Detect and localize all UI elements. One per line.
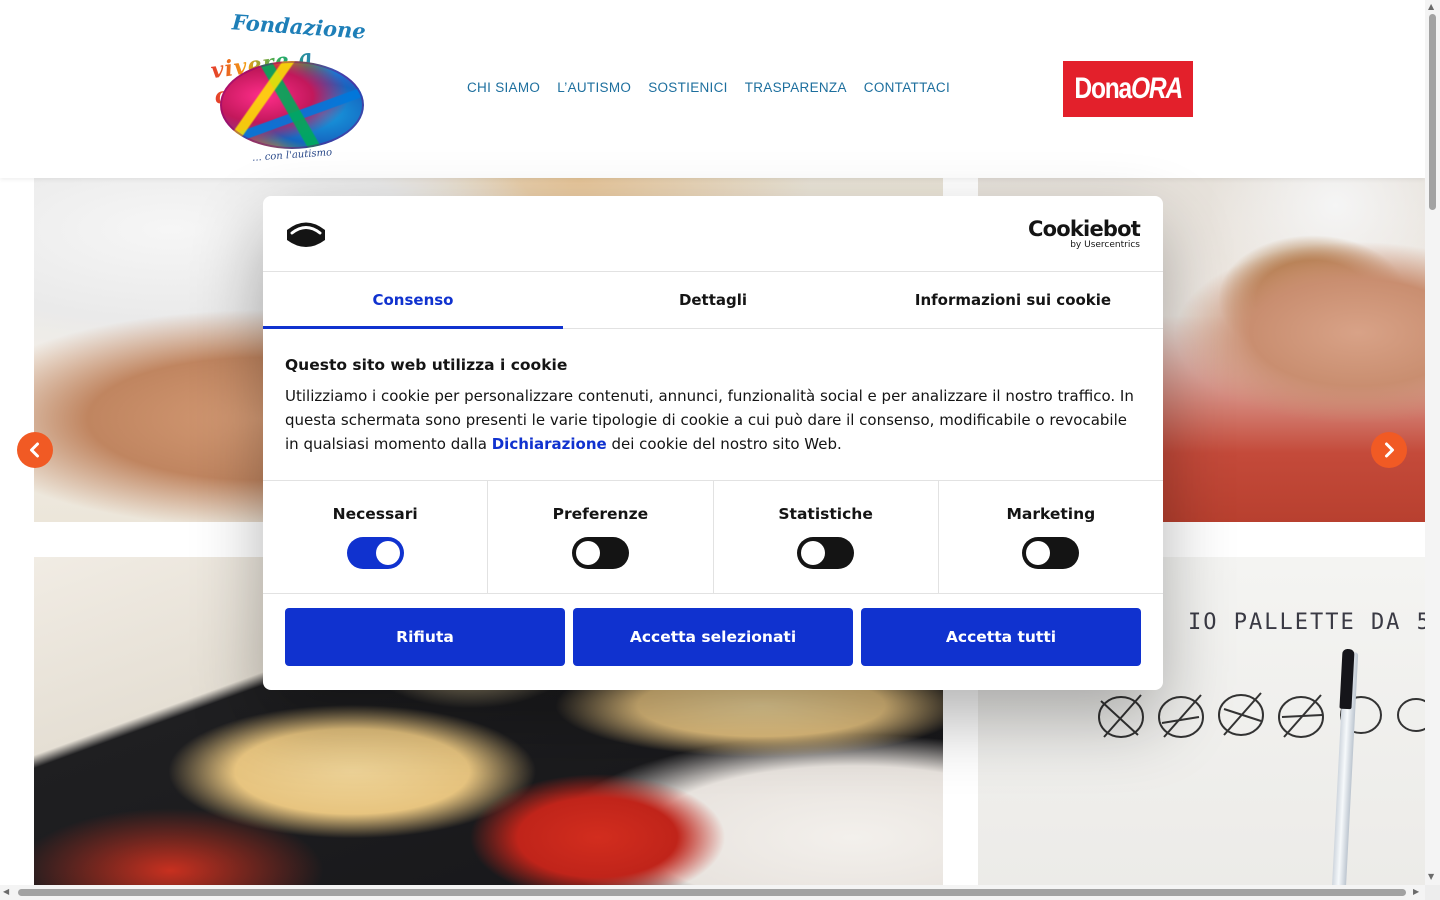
toggle-marketing-group: Marketing <box>939 481 1163 593</box>
toggle-necessari[interactable] <box>346 537 404 569</box>
main-nav: CHI SIAMO L’AUTISMO SOSTIENICI TRASPAREN… <box>467 80 950 95</box>
nav-trasparenza[interactable]: TRASPARENZA <box>745 80 847 95</box>
cookiebot-brand[interactable]: Cookiebot by Usercentrics <box>1028 217 1141 251</box>
toggle-marketing-label: Marketing <box>1006 505 1096 523</box>
horizontal-scroll-thumb[interactable] <box>18 889 1406 896</box>
toggle-knob <box>801 541 826 565</box>
scroll-up-icon[interactable]: ▲ <box>1428 2 1434 11</box>
donate-now-button[interactable]: Dona ORA <box>1063 61 1193 117</box>
nav-chi-siamo[interactable]: CHI SIAMO <box>467 80 540 95</box>
vertical-scroll-thumb[interactable] <box>1429 14 1436 210</box>
whiteboard-text: IO PALLETTE DA 5 <box>1188 610 1425 635</box>
donate-label-part1: Dona <box>1074 72 1133 105</box>
toggle-knob <box>375 541 400 565</box>
toggle-statistiche-group: Statistiche <box>714 481 939 593</box>
chevron-right-icon <box>1385 442 1394 458</box>
toggle-preferenze-label: Preferenze <box>552 505 649 523</box>
toggle-knob <box>1026 541 1051 565</box>
toggle-statistiche[interactable] <box>797 537 855 569</box>
reject-button[interactable]: Rifiuta <box>285 608 565 666</box>
scrollbar-corner <box>1425 885 1440 900</box>
toggle-necessari-label: Necessari <box>332 505 418 523</box>
tab-consenso[interactable]: Consenso <box>263 272 563 329</box>
accept-all-button[interactable]: Accetta tutti <box>861 608 1141 666</box>
vertical-scrollbar[interactable]: ▲ ▼ <box>1425 0 1440 885</box>
whiteboard-circles-drawing <box>1098 692 1425 738</box>
scroll-down-icon[interactable]: ▼ <box>1428 872 1434 881</box>
slider-next-button[interactable] <box>1371 432 1407 468</box>
site-logo[interactable]: Fondazione vivere a colori ... con l'aut… <box>208 9 388 168</box>
cookie-consent-dialog: Cookiebot by Usercentrics Consenso Detta… <box>263 196 1163 690</box>
declaration-link[interactable]: Dichiarazione <box>492 435 607 453</box>
site-header: Fondazione vivere a colori ... con l'aut… <box>0 0 1425 178</box>
description-text-2: dei cookie del nostro sito Web. <box>606 435 842 453</box>
nav-sostienici[interactable]: SOSTIENICI <box>648 80 728 95</box>
dialog-description: Utilizziamo i cookie per personalizzare … <box>285 384 1135 456</box>
nav-autismo[interactable]: L’AUTISMO <box>557 80 631 95</box>
dialog-buttons: Rifiuta Accetta selezionati Accetta tutt… <box>285 608 1141 666</box>
tab-informazioni[interactable]: Informazioni sui cookie <box>863 272 1163 328</box>
cookiebot-brand-sub: by Usercentrics <box>1070 240 1140 250</box>
toggle-preferenze-group: Preferenze <box>488 481 714 593</box>
scroll-left-icon[interactable]: ◀ <box>3 887 9 896</box>
dialog-title: Questo sito web utilizza i cookie <box>285 356 568 374</box>
chevron-left-icon <box>30 442 39 458</box>
toggle-knob <box>575 541 600 565</box>
scroll-right-icon[interactable]: ▶ <box>1413 887 1419 896</box>
logo-artwork <box>220 61 364 149</box>
logo-tagline: ... con l'autismo <box>251 147 333 164</box>
nav-contattaci[interactable]: CONTATTACI <box>864 80 950 95</box>
toggle-necessari-group: Necessari <box>263 481 489 593</box>
dialog-header: Cookiebot by Usercentrics <box>263 196 1163 272</box>
horizontal-scrollbar[interactable]: ◀ ▶ <box>0 885 1425 900</box>
slider-prev-button[interactable] <box>17 432 53 468</box>
toggle-statistiche-label: Statistiche <box>778 505 873 523</box>
tab-dettagli[interactable]: Dettagli <box>563 272 863 328</box>
consent-toggles: Necessari Preferenze Statistiche Marketi… <box>263 480 1163 594</box>
cookiebot-brand-name: Cookiebot <box>1028 217 1141 241</box>
toggle-preferenze[interactable] <box>571 537 629 569</box>
cookie-logo-icon <box>287 222 325 247</box>
donate-label-part2: ORA <box>1131 72 1183 105</box>
accept-selected-button[interactable]: Accetta selezionati <box>573 608 853 666</box>
toggle-marketing[interactable] <box>1022 537 1080 569</box>
dialog-tabs: Consenso Dettagli Informazioni sui cooki… <box>263 272 1163 329</box>
